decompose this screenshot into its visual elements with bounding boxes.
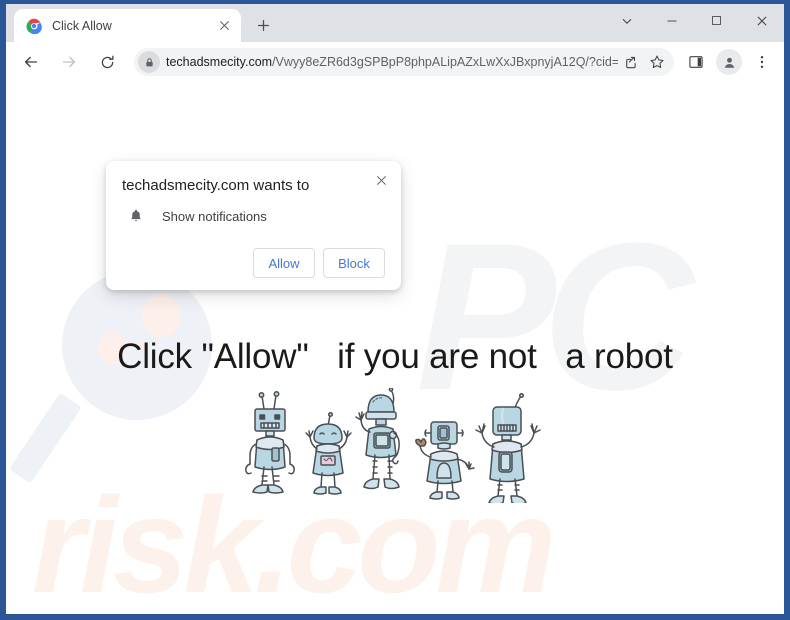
avatar[interactable] xyxy=(716,49,742,75)
forward-arrow-icon xyxy=(54,47,84,77)
minimize-icon[interactable] xyxy=(649,4,694,37)
tab-click-allow[interactable]: Click Allow xyxy=(14,9,241,42)
maximize-icon[interactable] xyxy=(694,4,739,37)
dialog-actions: Allow Block xyxy=(122,248,385,278)
page-headline: Click "Allow" if you are not a robot xyxy=(117,337,673,376)
window-controls xyxy=(604,4,784,37)
star-icon[interactable] xyxy=(644,49,670,75)
side-panel-icon[interactable] xyxy=(682,48,710,76)
chrome-favicon-icon xyxy=(26,18,42,34)
tab-title: Click Allow xyxy=(52,18,112,33)
address-bar[interactable]: techadsmecity.com/Vwyy8eZR6d3gSPBpP8phpA… xyxy=(134,48,674,76)
close-icon[interactable] xyxy=(739,4,784,37)
url-text: techadsmecity.com/Vwyy8eZR6d3gSPBpP8phpA… xyxy=(166,55,618,69)
watermark-dot xyxy=(142,294,180,338)
new-tab-button[interactable] xyxy=(249,11,277,39)
dialog-title: techadsmecity.com wants to xyxy=(122,177,310,194)
tab-strip: Click Allow xyxy=(6,4,784,42)
dialog-close-icon[interactable] xyxy=(371,170,391,190)
browser-toolbar: techadsmecity.com/Vwyy8eZR6d3gSPBpP8phpA… xyxy=(6,42,784,82)
block-button[interactable]: Block xyxy=(323,248,385,278)
tab-search-chevron-down-icon[interactable] xyxy=(604,4,649,37)
allow-button[interactable]: Allow xyxy=(253,248,315,278)
page-viewport: PC risk.com Click "Allow" if you are not… xyxy=(6,82,784,612)
tab-close-icon[interactable] xyxy=(215,17,233,35)
robots-illustration xyxy=(6,388,784,503)
reload-icon[interactable] xyxy=(92,47,122,77)
lock-icon[interactable] xyxy=(138,51,160,73)
share-icon[interactable] xyxy=(618,49,644,75)
bell-icon xyxy=(126,206,146,226)
back-arrow-icon[interactable] xyxy=(16,47,46,77)
permission-label: Show notifications xyxy=(162,208,267,224)
chrome-menu-icon[interactable] xyxy=(748,48,776,76)
url-host: techadsmecity.com xyxy=(166,55,273,69)
browser-window: Click Allow techadsmecity.com/Vwyy8eZR6d… xyxy=(0,0,790,620)
permission-row: Show notifications xyxy=(122,206,385,226)
browser-window-inner: Click Allow techadsmecity.com/Vwyy8eZR6d… xyxy=(6,4,784,614)
notification-permission-dialog: techadsmecity.com wants to Show notifica… xyxy=(106,161,401,290)
url-path: /Vwyy8eZR6d3gSPBpP8phpALipAZxLwXxJBxpnyj… xyxy=(272,55,618,69)
